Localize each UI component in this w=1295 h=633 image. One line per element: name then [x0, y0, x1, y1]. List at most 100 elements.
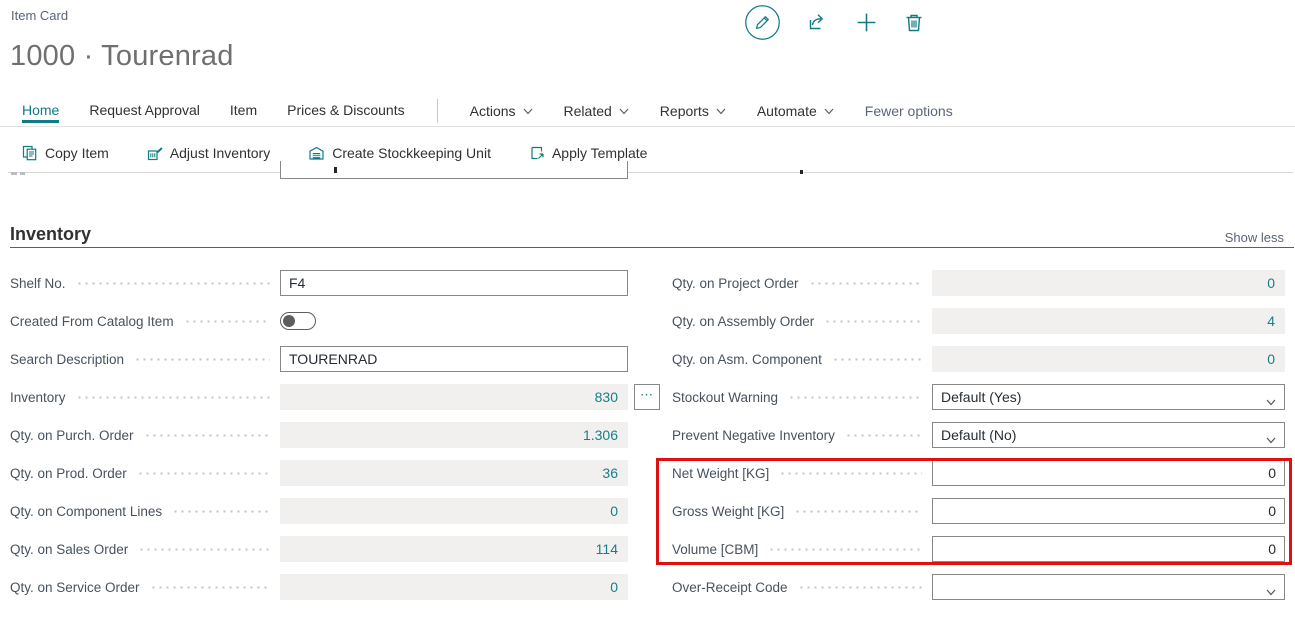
- field-input-qty-on-component-lines[interactable]: 0: [280, 498, 628, 524]
- field-input-qty-on-prod-order[interactable]: 36: [280, 460, 628, 486]
- field-value[interactable]: 0: [1267, 275, 1275, 291]
- label-text: Created From Catalog Item: [10, 314, 174, 329]
- menu-automate-label: Automate: [757, 103, 817, 119]
- dotted-leader: [788, 384, 922, 410]
- menu-actions[interactable]: Actions: [470, 103, 534, 119]
- label-text: Qty. on Sales Order: [10, 542, 128, 557]
- field-input-qty-on-asm-component[interactable]: 0: [932, 346, 1285, 372]
- field-input-gross-weight-kg[interactable]: 0: [932, 498, 1285, 524]
- tab-request-approval[interactable]: Request Approval: [89, 99, 200, 123]
- clipped-field-input[interactable]: [280, 161, 628, 179]
- dotted-leader: [137, 460, 270, 486]
- dotted-leader: [172, 498, 270, 524]
- tab-prices-discounts[interactable]: Prices & Discounts: [287, 99, 404, 123]
- label-text: Stockout Warning: [672, 390, 778, 405]
- field-value[interactable]: 0: [610, 579, 618, 595]
- field-row-gross-weight-kg: Gross Weight [KG] 0: [672, 498, 1292, 524]
- field-input-qty-on-assembly-order[interactable]: 4: [932, 308, 1285, 334]
- toggle-knob: [283, 315, 295, 327]
- label-text: Qty. on Prod. Order: [10, 466, 127, 481]
- tab-home[interactable]: Home: [22, 99, 59, 123]
- dotted-leader: [798, 574, 922, 600]
- field-input-search-description[interactable]: TOURENRAD: [280, 346, 628, 372]
- field-row-inventory: Inventory 830 ⋯: [10, 384, 672, 410]
- section-title-inventory: Inventory: [10, 224, 91, 245]
- adjust-inventory-label: Adjust Inventory: [170, 145, 270, 161]
- fewer-options-link[interactable]: Fewer options: [865, 103, 953, 119]
- show-less-link[interactable]: Show less: [1225, 230, 1284, 245]
- field-label-gross-weight-kg: Gross Weight [KG]: [672, 498, 928, 524]
- dotted-leader: [150, 574, 270, 600]
- field-input-stockout-warning[interactable]: Default (Yes): [932, 384, 1285, 410]
- field-value[interactable]: 36: [602, 465, 618, 481]
- field-value: 0: [1268, 503, 1276, 519]
- field-label-qty-on-purch-order: Qty. on Purch. Order: [10, 422, 276, 448]
- apply-template-icon: [529, 145, 545, 161]
- field-label-inventory: Inventory: [10, 384, 276, 410]
- chevron-down-icon: [823, 105, 835, 117]
- apply-template-label: Apply Template: [552, 145, 647, 161]
- field-label-qty-on-service-order: Qty. on Service Order: [10, 574, 276, 600]
- field-value[interactable]: 114: [596, 541, 618, 557]
- field-input-qty-on-project-order[interactable]: 0: [932, 270, 1285, 296]
- field-input-over-receipt-code[interactable]: [932, 574, 1285, 600]
- field-value[interactable]: 0: [610, 503, 618, 519]
- field-label-qty-on-component-lines: Qty. on Component Lines: [10, 498, 276, 524]
- copy-item-button[interactable]: Copy Item: [22, 145, 109, 161]
- field-row-qty-on-project-order: Qty. on Project Order0: [672, 270, 1292, 296]
- tab-item[interactable]: Item: [230, 99, 257, 123]
- label-text: Inventory: [10, 390, 66, 405]
- field-label-qty-on-prod-order: Qty. on Prod. Order: [10, 460, 276, 486]
- menu-related[interactable]: Related: [564, 103, 630, 119]
- chevron-down-icon: [1265, 581, 1277, 605]
- field-label-qty-on-asm-component: Qty. on Asm. Component: [672, 346, 928, 372]
- delete-trash-icon[interactable]: [904, 12, 924, 33]
- field-input-net-weight-kg[interactable]: 0: [932, 460, 1285, 486]
- edit-pencil-icon[interactable]: [744, 4, 781, 41]
- dotted-leader: [184, 308, 270, 334]
- field-value[interactable]: 4: [1267, 313, 1275, 329]
- field-input-prevent-negative-inventory[interactable]: Default (No): [932, 422, 1285, 448]
- add-new-icon[interactable]: [855, 11, 878, 34]
- field-row-qty-on-component-lines: Qty. on Component Lines 0: [10, 498, 672, 524]
- toggle-created-from-catalog-item[interactable]: [280, 312, 316, 330]
- adjust-inventory-button[interactable]: Adjust Inventory: [147, 145, 270, 161]
- apply-template-button[interactable]: Apply Template: [529, 145, 647, 161]
- field-input-volume-cbm[interactable]: 0: [932, 536, 1285, 562]
- field-value[interactable]: 0: [1267, 351, 1275, 367]
- clipped-text-fragment: [334, 167, 337, 173]
- chevron-down-icon: [1265, 391, 1277, 415]
- dotted-leader: [779, 460, 922, 486]
- dotted-leader: [824, 308, 922, 334]
- field-row-qty-on-asm-component: Qty. on Asm. Component 0: [672, 346, 1292, 372]
- field-input-qty-on-sales-order[interactable]: 114: [280, 536, 628, 562]
- assist-edit-button[interactable]: ⋯: [634, 384, 660, 410]
- field-value: 0: [1268, 541, 1276, 557]
- copy-item-icon: [22, 145, 38, 161]
- header-action-icons: [744, 0, 924, 44]
- dotted-leader: [144, 422, 270, 448]
- stockkeeping-unit-icon: [308, 145, 325, 161]
- dotted-leader: [768, 536, 922, 562]
- field-input-shelf-no[interactable]: F4: [280, 270, 628, 296]
- field-input-qty-on-purch-order[interactable]: 1.306: [280, 422, 628, 448]
- ribbon-tabbar: Home Request Approval Item Prices & Disc…: [22, 97, 1295, 124]
- field-input-inventory[interactable]: 830: [280, 384, 628, 410]
- field-value: Default (No): [941, 427, 1016, 443]
- field-value[interactable]: 830: [595, 389, 618, 405]
- field-label-over-receipt-code: Over-Receipt Code: [672, 574, 928, 600]
- field-row-qty-on-assembly-order: Qty. on Assembly Order4: [672, 308, 1292, 334]
- dotted-leader: [76, 384, 270, 410]
- field-label-stockout-warning: Stockout Warning: [672, 384, 928, 410]
- field-row-volume-cbm: Volume [CBM]0: [672, 536, 1292, 562]
- field-value[interactable]: 1.306: [583, 427, 618, 443]
- create-stockkeeping-unit-button[interactable]: Create Stockkeeping Unit: [308, 145, 491, 161]
- menu-automate[interactable]: Automate: [757, 103, 835, 119]
- share-icon[interactable]: [807, 11, 829, 33]
- field-value: TOURENRAD: [289, 351, 377, 367]
- page-caption: Item Card: [11, 8, 68, 23]
- menu-reports[interactable]: Reports: [660, 103, 727, 119]
- item-card-page: { "page": { "caption": "Item Card", "tit…: [0, 0, 1295, 633]
- label-text: Qty. on Component Lines: [10, 504, 162, 519]
- field-input-qty-on-service-order[interactable]: 0: [280, 574, 628, 600]
